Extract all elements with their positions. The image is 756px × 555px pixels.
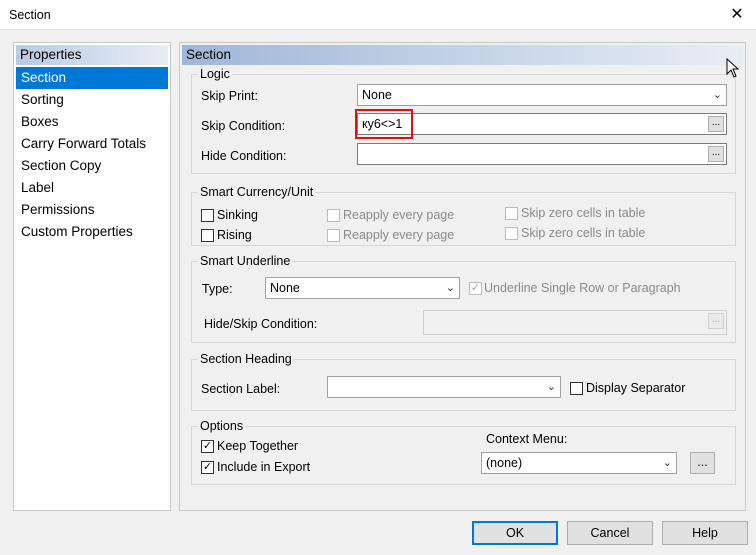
sidebar-item-boxes[interactable]: Boxes: [16, 111, 168, 133]
logic-group: Logic Skip Print: None ⌄ Skip Condition:…: [191, 67, 736, 174]
reapply-rising-checkbox[interactable]: [327, 229, 340, 242]
display-separator-label: Display Separator: [586, 381, 686, 395]
skip-print-dropdown[interactable]: None ⌄: [357, 84, 727, 106]
smart-currency-title: Smart Currency/Unit: [198, 185, 316, 199]
reapply-sinking-checkbox[interactable]: [327, 209, 340, 222]
skip-print-value: None: [362, 88, 392, 102]
section-label-label: Section Label:: [201, 382, 281, 396]
hide-condition-field[interactable]: ...: [357, 143, 727, 165]
keep-together-label: Keep Together: [217, 439, 299, 453]
cancel-button[interactable]: Cancel: [567, 521, 653, 545]
hide-skip-browse-button[interactable]: ...: [708, 313, 724, 329]
include-export-checkbox[interactable]: ✓: [201, 461, 214, 474]
section-label-dropdown[interactable]: ⌄: [327, 376, 561, 398]
skip-zero-rising-checkbox[interactable]: [505, 227, 518, 240]
sidebar-item-custom-properties[interactable]: Custom Properties: [16, 221, 168, 243]
hide-skip-condition-label: Hide/Skip Condition:: [204, 317, 318, 331]
context-menu-dropdown[interactable]: (none) ⌄: [481, 452, 677, 474]
sidebar-item-section[interactable]: Section: [16, 67, 168, 89]
skip-condition-browse-button[interactable]: ...: [708, 116, 724, 132]
chevron-down-icon: ⌄: [712, 89, 722, 101]
rising-label: Rising: [217, 228, 252, 242]
close-icon[interactable]: ✕: [726, 4, 748, 26]
chevron-down-icon: ⌄: [546, 381, 556, 393]
rising-checkbox[interactable]: [201, 229, 214, 242]
main-panel: Section Logic Skip Print: None ⌄ Skip Co…: [179, 42, 746, 511]
title-bar: Section ✕: [0, 0, 756, 30]
context-menu-browse-button[interactable]: ...: [690, 452, 715, 474]
hide-skip-condition-field[interactable]: ...: [423, 310, 727, 335]
underline-single-label: Underline Single Row or Paragraph: [484, 281, 681, 295]
ok-button[interactable]: OK: [472, 521, 558, 545]
smart-underline-group: Smart Underline Type: None ⌄ ✓ Underline…: [191, 254, 736, 343]
hide-condition-label: Hide Condition:: [201, 149, 287, 163]
underline-type-dropdown[interactable]: None ⌄: [265, 277, 460, 299]
window-title: Section: [9, 8, 51, 22]
sinking-label: Sinking: [217, 208, 258, 222]
reapply-sinking-label: Reapply every page: [343, 208, 455, 222]
options-title: Options: [198, 419, 246, 433]
context-menu-value: (none): [486, 456, 523, 470]
mouse-cursor-icon: [726, 58, 740, 78]
underline-single-checkbox[interactable]: ✓: [469, 282, 482, 295]
sidebar-item-label[interactable]: Label: [16, 177, 168, 199]
context-menu-label: Context Menu:: [486, 432, 568, 446]
skip-print-label: Skip Print:: [201, 89, 258, 103]
skip-zero-sinking-checkbox[interactable]: [505, 207, 518, 220]
sidebar-item-carry-forward-totals[interactable]: Carry Forward Totals: [16, 133, 168, 155]
sidebar-item-permissions[interactable]: Permissions: [16, 199, 168, 221]
reapply-rising-label: Reapply every page: [343, 228, 455, 242]
chevron-down-icon: ⌄: [662, 457, 672, 469]
sidebar-item-section-copy[interactable]: Section Copy: [16, 155, 168, 177]
help-button[interactable]: Help: [662, 521, 748, 545]
main-header: Section: [182, 45, 743, 65]
underline-type-label: Type:: [202, 282, 233, 296]
smart-currency-group: Smart Currency/Unit Sinking Rising Reapp…: [191, 185, 736, 246]
sidebar: Properties Section Sorting Boxes Carry F…: [13, 42, 171, 511]
skip-zero-sinking-label: Skip zero cells in table: [521, 206, 646, 220]
sidebar-header: Properties: [16, 45, 168, 65]
skip-condition-label: Skip Condition:: [201, 119, 286, 133]
display-separator-checkbox[interactable]: [570, 382, 583, 395]
section-heading-group: Section Heading Section Label: ⌄ Display…: [191, 352, 736, 411]
include-export-label: Include in Export: [217, 460, 311, 474]
sidebar-item-sorting[interactable]: Sorting: [16, 89, 168, 111]
keep-together-checkbox[interactable]: ✓: [201, 440, 214, 453]
chevron-down-icon: ⌄: [445, 282, 455, 294]
section-heading-title: Section Heading: [198, 352, 294, 366]
skip-zero-rising-label: Skip zero cells in table: [521, 226, 646, 240]
highlight-box: [355, 109, 413, 139]
hide-condition-browse-button[interactable]: ...: [708, 146, 724, 162]
smart-underline-title: Smart Underline: [198, 254, 293, 268]
logic-title: Logic: [198, 67, 232, 81]
underline-type-value: None: [270, 281, 300, 295]
options-group: Options ✓ Keep Together ✓ Include in Exp…: [191, 419, 736, 485]
sinking-checkbox[interactable]: [201, 209, 214, 222]
